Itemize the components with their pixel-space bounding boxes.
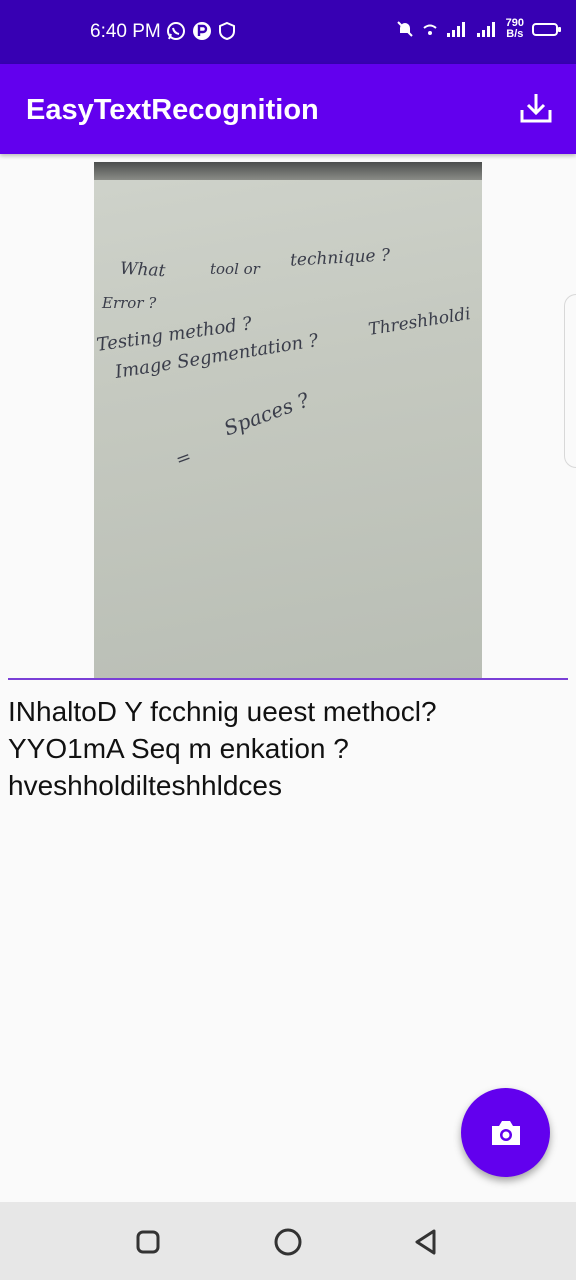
- network-speed-unit: B/s: [506, 28, 524, 40]
- handwriting-line: tool or: [210, 260, 260, 278]
- divider: [8, 678, 568, 680]
- camera-icon: [491, 1120, 520, 1145]
- whatsapp-icon: [167, 22, 185, 40]
- wifi-icon: [423, 24, 437, 35]
- edge-panel-handle[interactable]: [564, 294, 576, 468]
- handwriting-line: technique ?: [289, 245, 391, 271]
- mute-icon: [396, 21, 413, 37]
- captured-image: What tool or technique ? Error ? Testing…: [94, 162, 482, 678]
- signal-icon: [446, 22, 465, 37]
- app-title: EasyTextRecognition: [26, 94, 319, 126]
- handwriting-line: =: [172, 446, 195, 471]
- network-speed: 790 B/s: [506, 18, 524, 40]
- download-icon[interactable]: [518, 90, 554, 126]
- home-circle-icon[interactable]: [272, 1226, 304, 1258]
- capture-image-button[interactable]: [461, 1088, 550, 1177]
- back-triangle-icon[interactable]: [410, 1226, 442, 1258]
- handwriting-line: Spaces ?: [220, 387, 313, 441]
- p-icon: [193, 22, 211, 40]
- status-bar: 6:40 PM 790 B/s: [0, 0, 576, 64]
- handwriting-line: What: [119, 258, 166, 282]
- status-notification-icons: [166, 21, 236, 41]
- handwriting-line: Threshholdi: [367, 304, 473, 340]
- app-bar: EasyTextRecognition: [0, 64, 576, 154]
- recognized-text: INhaltoD Y fcchnig ueest methocl? YYO1mA…: [8, 696, 437, 801]
- status-time: 6:40 PM: [90, 21, 161, 42]
- handwriting-line: Error ?: [102, 294, 157, 312]
- shield-icon: [219, 21, 235, 41]
- navigation-bar: [0, 1202, 576, 1280]
- battery-icon: [532, 22, 561, 36]
- status-system-icons: 790 B/s: [396, 18, 561, 40]
- signal-icon: [476, 22, 495, 37]
- recents-square-icon[interactable]: [132, 1226, 164, 1258]
